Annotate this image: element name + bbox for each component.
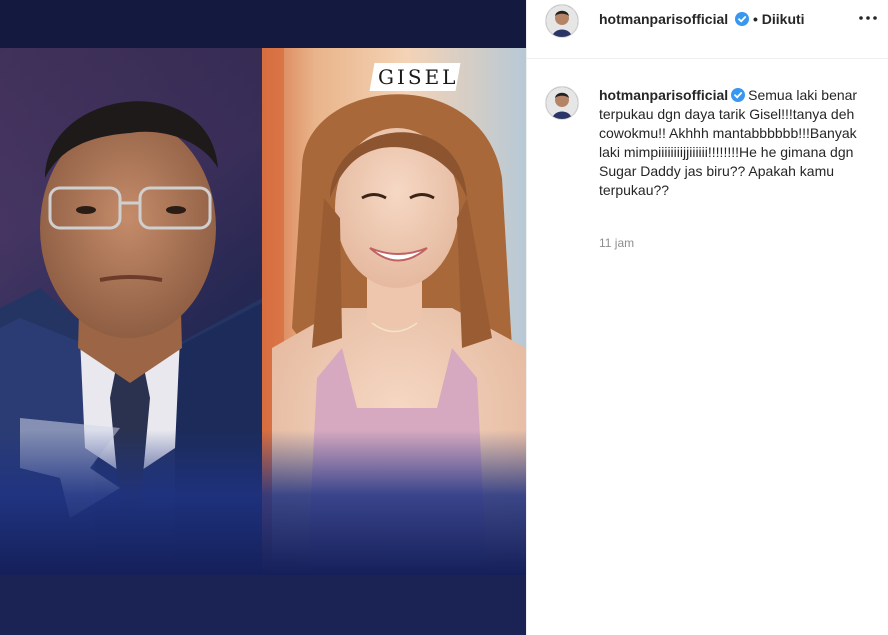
author-username[interactable]: hotmanparisofficial	[599, 11, 728, 27]
caption: hotmanparisofficial Semua laki benar terp…	[599, 86, 879, 200]
verified-badge-icon	[731, 88, 746, 102]
verified-badge-icon	[735, 12, 749, 26]
avatar-image	[546, 87, 578, 119]
post-media[interactable]: GISEL	[0, 0, 526, 635]
caption-username[interactable]: hotmanparisofficial	[599, 87, 728, 103]
overlay-name-label: GISEL	[378, 65, 459, 89]
media-bottom-glow	[0, 430, 526, 575]
post-header: hotmanparisofficial • Diikuti	[527, 0, 888, 59]
post-timestamp[interactable]: 11 jam	[599, 236, 634, 250]
media-top-band	[0, 0, 526, 48]
follow-status-button[interactable]: • Diikuti	[753, 11, 805, 27]
caption-text: Semua laki benar terpukau dgn daya tarik…	[599, 87, 858, 198]
post-side-panel: hotmanparisofficial • Diikuti hotmanpari…	[526, 0, 888, 635]
caption-author-avatar[interactable]	[545, 86, 579, 120]
more-options-icon[interactable]	[858, 14, 878, 22]
author-avatar[interactable]	[545, 4, 579, 38]
avatar-image	[546, 5, 578, 37]
media-bottom-band	[0, 575, 526, 635]
